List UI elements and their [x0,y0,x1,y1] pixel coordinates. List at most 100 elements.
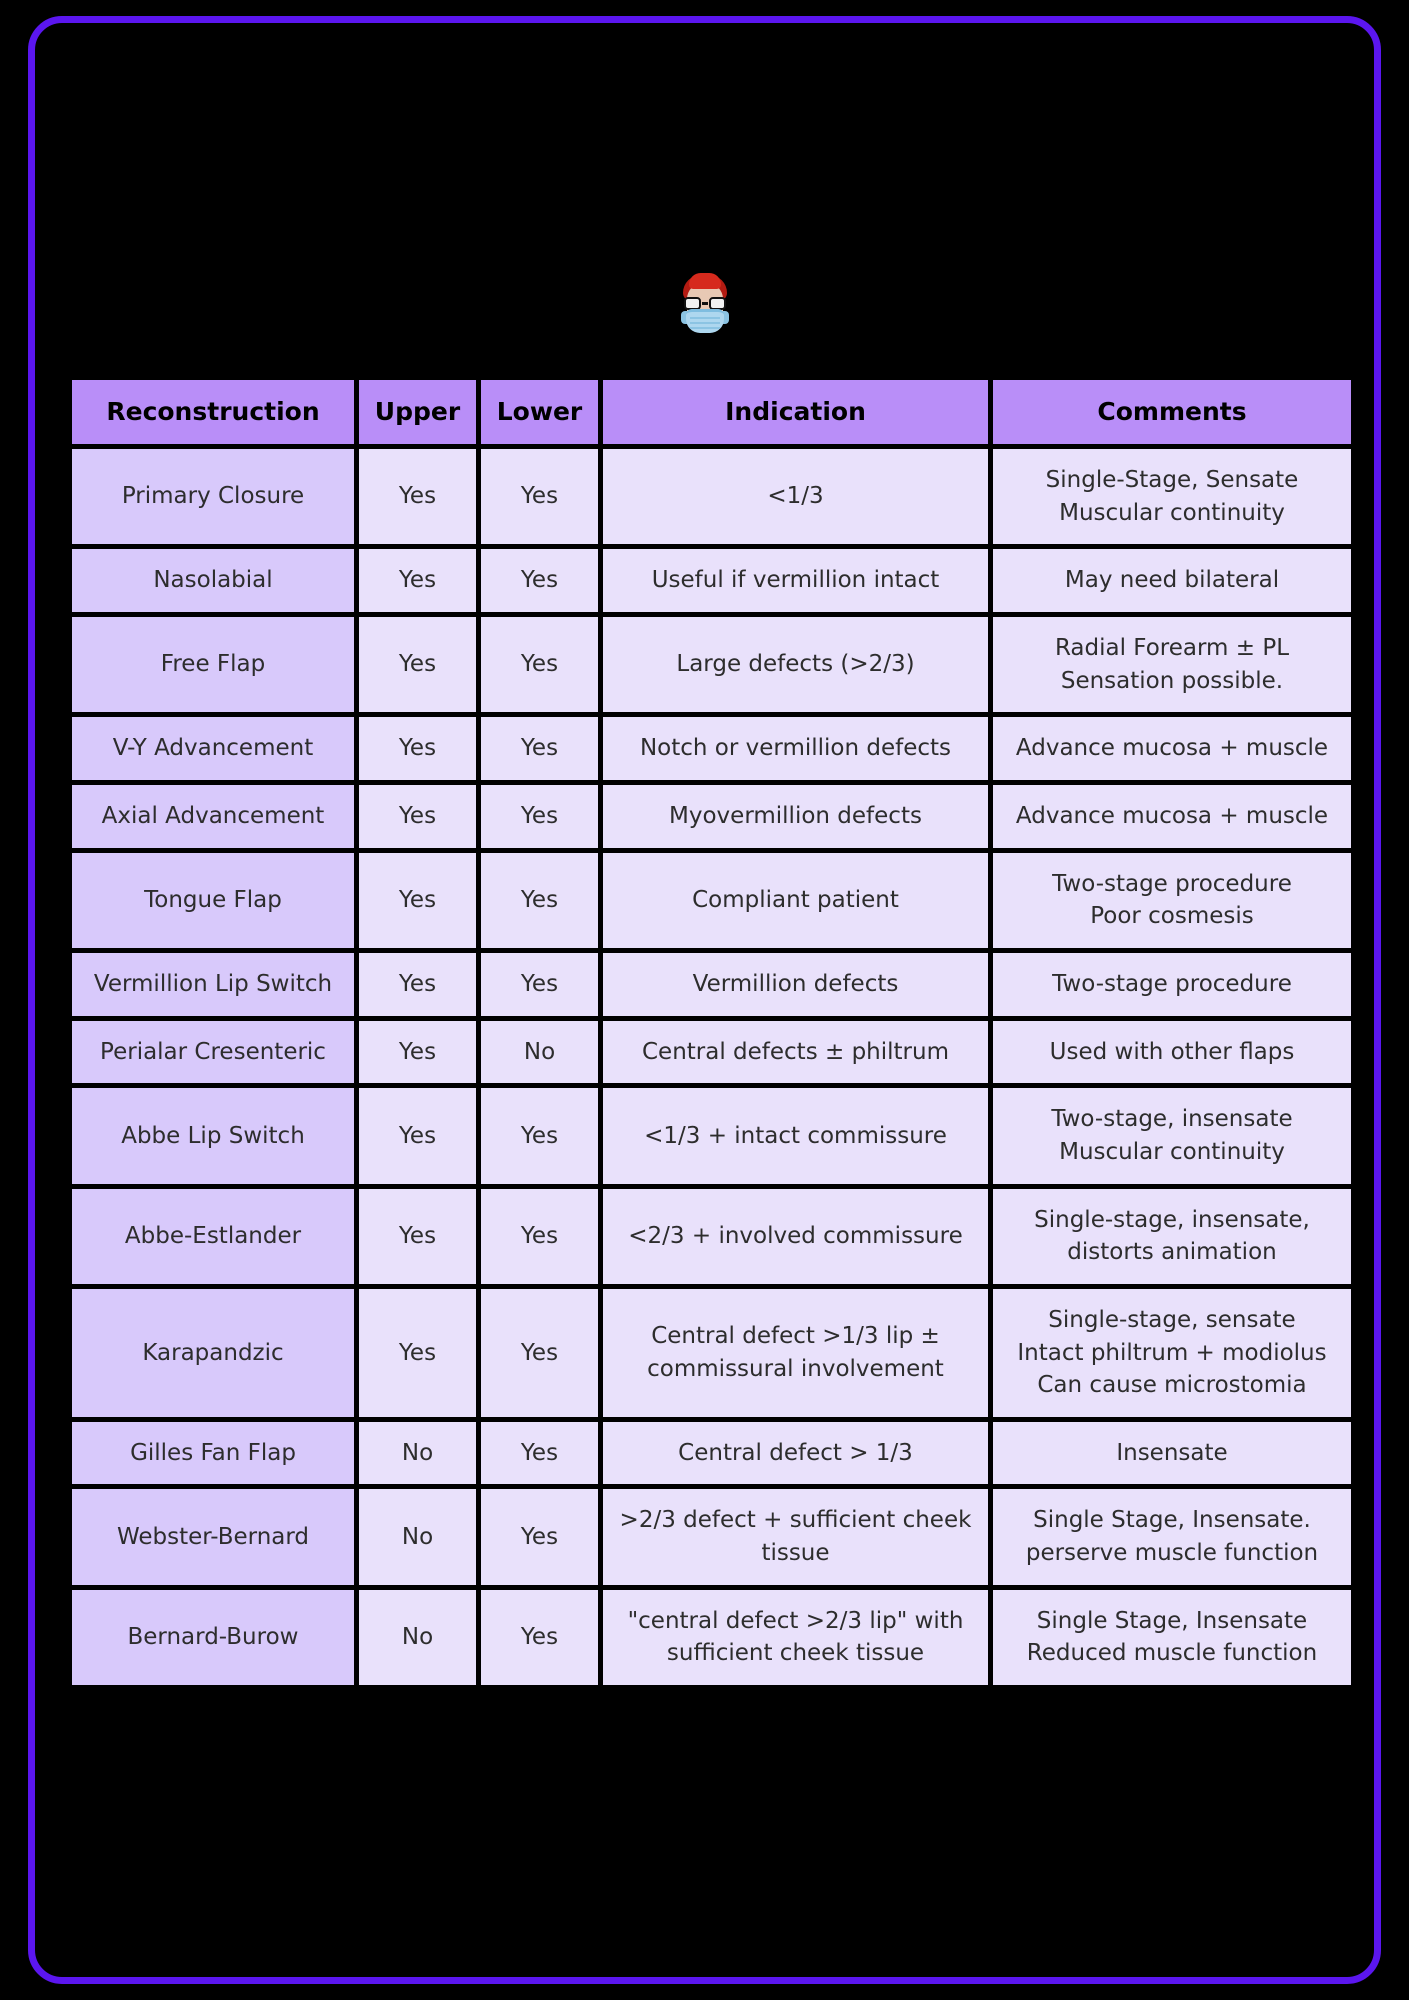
cell-comments: Single Stage, Insensate. perserve muscle … [993,1489,1351,1585]
cell-reconstruction: Abbe Lip Switch [72,1088,354,1184]
cell-comments: Two-stage procedure [993,952,1351,1016]
table-row: Nasolabial Yes Yes Useful if vermillion int… [72,549,1351,612]
column-header-comments: Comments [993,380,1351,444]
cell-indication: <1/3 [603,449,988,545]
cell-lower: Yes [481,784,598,848]
comment-line: Poor cosmesis [1090,903,1254,930]
cell-indication: Myovermillion defects [603,784,988,848]
cell-lower: Yes [481,1489,598,1585]
cell-reconstruction: Tongue Flap [72,852,354,948]
doctor-with-mask-avatar [679,273,731,337]
cell-lower: Yes [481,952,598,1016]
table-header: Reconstruction Upper Lower Indication Commen… [72,380,1351,444]
comment-line: Radial Forearm ± PL [1054,634,1290,661]
cell-upper: Yes [359,616,476,713]
comment-line: Single-stage, sensate [1048,1306,1296,1333]
cell-comments: Two-stage, insensate Muscular continuity [993,1088,1351,1184]
cell-reconstruction: Karapandzic [72,1288,354,1417]
cell-upper: Yes [359,1088,476,1184]
outer-frame: Reconstruction Upper Lower Indication Commen… [28,16,1381,1984]
avatar-container [35,273,1374,337]
column-header-reconstruction: Reconstruction [72,380,354,444]
cell-upper: No [359,1489,476,1585]
cell-reconstruction: Webster-Bernard [72,1489,354,1585]
cell-reconstruction: Free Flap [72,616,354,713]
comment-line: Single Stage, Insensate [1036,1607,1308,1634]
cell-comments: Two-stage procedure Poor cosmesis [993,852,1351,948]
cell-upper: No [359,1421,476,1485]
table-row: Bernard-Burow No Yes "central defect >2/3 l… [72,1589,1351,1686]
cell-lower: Yes [481,852,598,948]
cell-reconstruction: V-Y Advancement [72,717,354,780]
cell-upper: Yes [359,1188,476,1284]
cell-lower: Yes [481,549,598,612]
cell-indication: <2/3 + involved commissure [603,1188,988,1284]
cell-reconstruction: Abbe-Estlander [72,1188,354,1284]
table-row: Abbe Lip Switch Yes Yes <1/3 + intact commi… [72,1088,1351,1184]
cell-indication: "central defect >2/3 lip" with sufficien… [603,1589,988,1686]
table-row: Perialar Cresenteric Yes No Central defects… [72,1020,1351,1084]
table-row: Free Flap Yes Yes Large defects (>2/3) Radia… [72,616,1351,713]
cell-indication: <1/3 + intact commissure [603,1088,988,1184]
cell-indication: Large defects (>2/3) [603,616,988,713]
table-row: Primary Closure Yes Yes <1/3 Single-Stage, S… [72,449,1351,545]
cell-reconstruction: Perialar Cresenteric [72,1020,354,1084]
cell-upper: No [359,1589,476,1686]
comment-line: Single-Stage, Sensate [1045,467,1299,493]
cell-lower: No [481,1020,598,1084]
cell-indication: >2/3 defect + sufficient cheek tissue [603,1489,988,1585]
comment-line: Reduced muscle function [1026,1640,1318,1667]
surgical-mask-icon [685,309,724,333]
table-row: Abbe-Estlander Yes Yes <2/3 + involved comm… [72,1188,1351,1284]
lip-reconstruction-table-container: Reconstruction Upper Lower Indication Commen… [67,375,1356,1690]
cell-upper: Yes [359,717,476,780]
cell-comments: Single Stage, Insensate Reduced muscle fu… [993,1589,1351,1686]
table-header-row: Reconstruction Upper Lower Indication Commen… [72,380,1351,444]
cell-lower: Yes [481,1288,598,1417]
comment-line: Advance mucosa + muscle [1015,802,1329,829]
mask-pleat-line [689,317,720,319]
cell-reconstruction: Bernard-Burow [72,1589,354,1686]
comment-line: Muscular continuity [1059,499,1285,526]
table-row: Karapandzic Yes Yes Central defect >1/3 lip… [72,1288,1351,1417]
cell-lower: Yes [481,449,598,545]
comment-line: May need bilateral [1064,567,1280,594]
comment-line: Advance mucosa + muscle [1015,735,1329,762]
comment-line: Two-stage procedure [1052,970,1292,997]
cell-comments: Used with other flaps [993,1020,1351,1084]
cell-lower: Yes [481,1188,598,1284]
comment-line: Insensate [1116,1439,1228,1466]
cell-indication: Useful if vermillion intact [603,549,988,612]
cell-indication: Compliant patient [603,852,988,948]
column-header-lower: Lower [481,380,598,444]
cell-upper: Yes [359,449,476,545]
comment-line: Single-stage, insensate, [1034,1206,1310,1233]
cell-upper: Yes [359,952,476,1016]
cell-indication: Central defects ± philtrum [603,1020,988,1084]
cell-indication: Central defect >1/3 lip ± commissural in… [603,1288,988,1417]
column-header-upper: Upper [359,380,476,444]
cell-comments: Single-Stage, Sensate Muscular continuity [993,449,1351,545]
table-row: Gilles Fan Flap No Yes Central defect > 1/3… [72,1421,1351,1485]
cell-comments: Insensate [993,1421,1351,1485]
cell-lower: Yes [481,1589,598,1686]
cell-comments: Advance mucosa + muscle [993,717,1351,780]
comment-line: Intact philtrum + modiolus [1017,1339,1327,1366]
cell-lower: Yes [481,717,598,780]
cell-lower: Yes [481,616,598,713]
cell-upper: Yes [359,1288,476,1417]
comment-line: Muscular continuity [1059,1138,1285,1165]
cell-comments: Single-stage, sensate Intact philtrum + m… [993,1288,1351,1417]
cell-reconstruction: Axial Advancement [72,784,354,848]
cell-indication: Notch or vermillion defects [603,717,988,780]
cell-reconstruction: Nasolabial [72,549,354,612]
cell-comments: Radial Forearm ± PL Sensation possible. [993,616,1351,713]
comment-line: Single Stage, Insensate. [1033,1507,1311,1534]
cell-comments: May need bilateral [993,549,1351,612]
cell-lower: Yes [481,1088,598,1184]
lip-reconstruction-table: Reconstruction Upper Lower Indication Commen… [67,375,1356,1690]
comment-line: Can cause microstomia [1037,1372,1307,1399]
comment-line: distorts animation [1067,1239,1277,1266]
table-row: V-Y Advancement Yes Yes Notch or vermillion… [72,717,1351,780]
table-row: Tongue Flap Yes Yes Compliant patient Two-st… [72,852,1351,948]
